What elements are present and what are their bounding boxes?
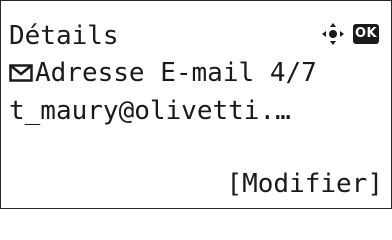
screen-title: Détails	[9, 21, 119, 51]
email-value: t_maury@olivetti.…	[9, 96, 291, 126]
envelope-icon	[9, 64, 33, 82]
field-row: Adresse E-mail 4/7	[9, 58, 383, 88]
lcd-screen: Détails OK Adresse E-mail 4/7 t_maury@ol…	[0, 0, 392, 209]
dpad-navigation-icon	[322, 23, 344, 45]
navigation-indicator: OK	[322, 23, 379, 45]
softkey-row: [Modifier]	[9, 169, 383, 199]
item-counter: 4/7	[269, 58, 317, 88]
field-label: Adresse E-mail	[35, 58, 255, 88]
header-row: Détails OK	[9, 21, 383, 51]
ok-key-icon: OK	[353, 24, 379, 44]
modify-softkey[interactable]: [Modifier]	[226, 169, 383, 199]
